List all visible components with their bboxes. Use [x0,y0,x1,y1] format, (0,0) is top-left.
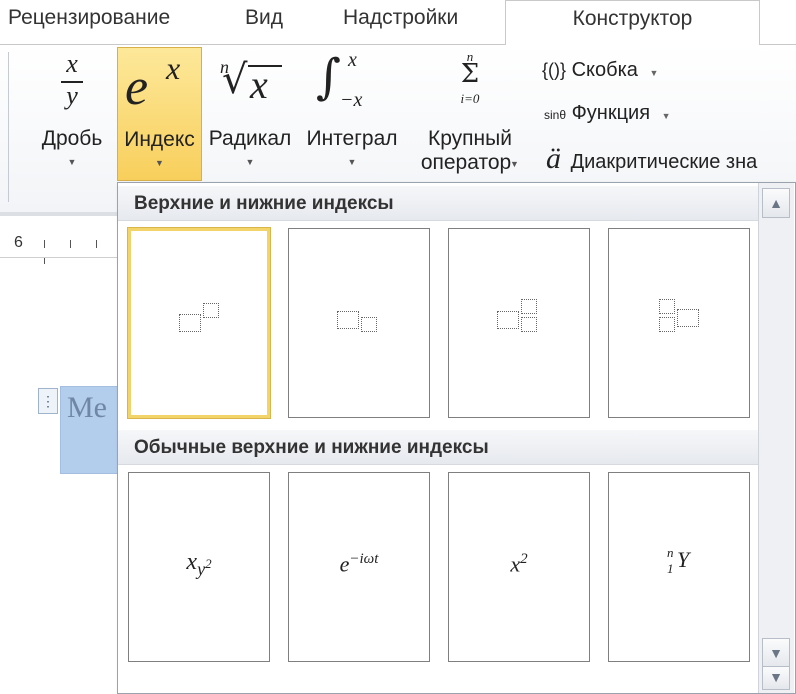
function-icon: sinθ [544,108,567,122]
expr-presub: 1 [667,561,674,576]
placeholder-box [337,311,359,329]
script-exponent: x [166,50,181,86]
radical-button[interactable]: n √ x Радикал ▼ [206,47,294,181]
script-label: Индекс [124,128,195,151]
chevron-down-icon: ▼ [649,68,659,78]
placeholder-box [361,317,377,332]
radical-label: Радикал [208,127,292,150]
gallery-item-common-1[interactable]: xy2 [128,472,270,662]
bracket-label: Скобка [571,59,638,81]
placeholder-box [521,317,537,332]
large-operator-lower: i=0 [460,91,480,106]
gallery-item-common-2[interactable]: e−iωt [288,472,430,662]
gallery-item-common-3[interactable]: x2 [448,472,590,662]
scroll-down-button[interactable]: ▼ [762,638,790,668]
accent-button[interactable]: ä Диакритические зна [546,142,757,176]
gallery-item-left-sub-superscript[interactable] [608,228,750,418]
bracket-button[interactable]: {()} Скобка ▼ [542,59,658,82]
integral-lower-limit: −x [340,89,363,111]
fraction-denominator: y [66,81,78,110]
ribbon-left-edge [8,52,9,202]
expr-base: e [339,551,350,577]
chevron-down-icon: ▼ [245,157,255,167]
sum-icon: Σ [460,59,480,89]
ruler-tick [96,240,97,248]
bracket-icon: {()} [542,60,567,80]
fraction-numerator: x [66,49,78,78]
placeholder-box [659,299,675,314]
chevron-down-icon: ▼ [347,157,357,167]
integral-upper-limit: x [348,49,357,71]
tab-view[interactable]: Вид [245,6,283,30]
expr-sup: −iωt [349,551,379,567]
fraction-label: Дробь [41,127,103,150]
placeholder-box [677,309,699,327]
expr-base: x [186,549,198,575]
tab-addins[interactable]: Надстройки [343,6,458,30]
integral-button[interactable]: ∫ x −x Интеграл ▼ [298,47,406,181]
placeholder-box [203,303,219,318]
expr-presup: n [667,545,674,560]
script-button[interactable]: e x Индекс ▼ [117,47,202,181]
tab-design[interactable]: Конструктор [505,0,760,46]
scroll-up-button[interactable]: ▲ [762,188,790,218]
expr-base: x [510,551,521,577]
chevron-down-icon: ▼ [661,111,671,121]
script-base: e [125,59,149,116]
gallery-item-sub-superscript[interactable] [448,228,590,418]
placeholder-box [497,311,519,329]
ruler-baseline [0,257,117,258]
chevron-down-icon: ▼ [155,158,164,168]
equation-placeholder[interactable]: Me [60,386,118,474]
integral-sign-icon: ∫ [316,49,342,105]
gallery-item-common-4[interactable]: n 1 Y [608,472,750,662]
expr-sup: 2 [520,551,528,567]
function-label: Функция [571,102,651,124]
gallery-item-superscript[interactable] [127,227,271,419]
expr-sub-sup: 2 [205,555,212,571]
chevron-down-icon: ▼ [510,159,519,169]
accent-icon: ä [546,142,561,175]
gallery-scrollbar[interactable] [758,183,794,693]
radical-sign-icon: √ [222,57,248,103]
gallery-item-subscript[interactable] [288,228,430,418]
equation-handle-icon[interactable]: ⋮ [38,388,58,414]
fraction-button[interactable]: x y Дробь ▼ [32,47,112,181]
placeholder-box [179,314,201,332]
ruler-number: 6 [14,234,23,251]
ruler-tick [44,240,45,248]
gallery-section-header: Верхние и нижние индексы [118,186,758,221]
radical-radicand: x [250,62,268,107]
function-button[interactable]: sinθ Функция ▼ [544,102,671,125]
ruler-tick [70,240,71,248]
gallery-section-header: Обычные верхние и нижние индексы [118,430,758,465]
large-operator-button[interactable]: n Σ i=0 Крупный оператор ▼ [410,47,530,181]
large-operator-label-line1: Крупный [428,127,512,150]
tab-design-label: Конструктор [572,7,693,30]
accent-label: Диакритические зна [570,151,758,173]
placeholder-box [521,299,537,314]
ruler-tick [44,258,45,264]
expr-sub: y [197,558,206,579]
equation-text: Me [67,391,107,424]
chevron-down-icon: ▼ [67,157,77,167]
placeholder-box [659,317,675,332]
expr-base: Y [677,547,690,572]
scroll-more-button[interactable]: ▼ [762,666,790,690]
tab-review[interactable]: Рецензирование [8,6,170,30]
integral-label: Интеграл [306,127,398,150]
